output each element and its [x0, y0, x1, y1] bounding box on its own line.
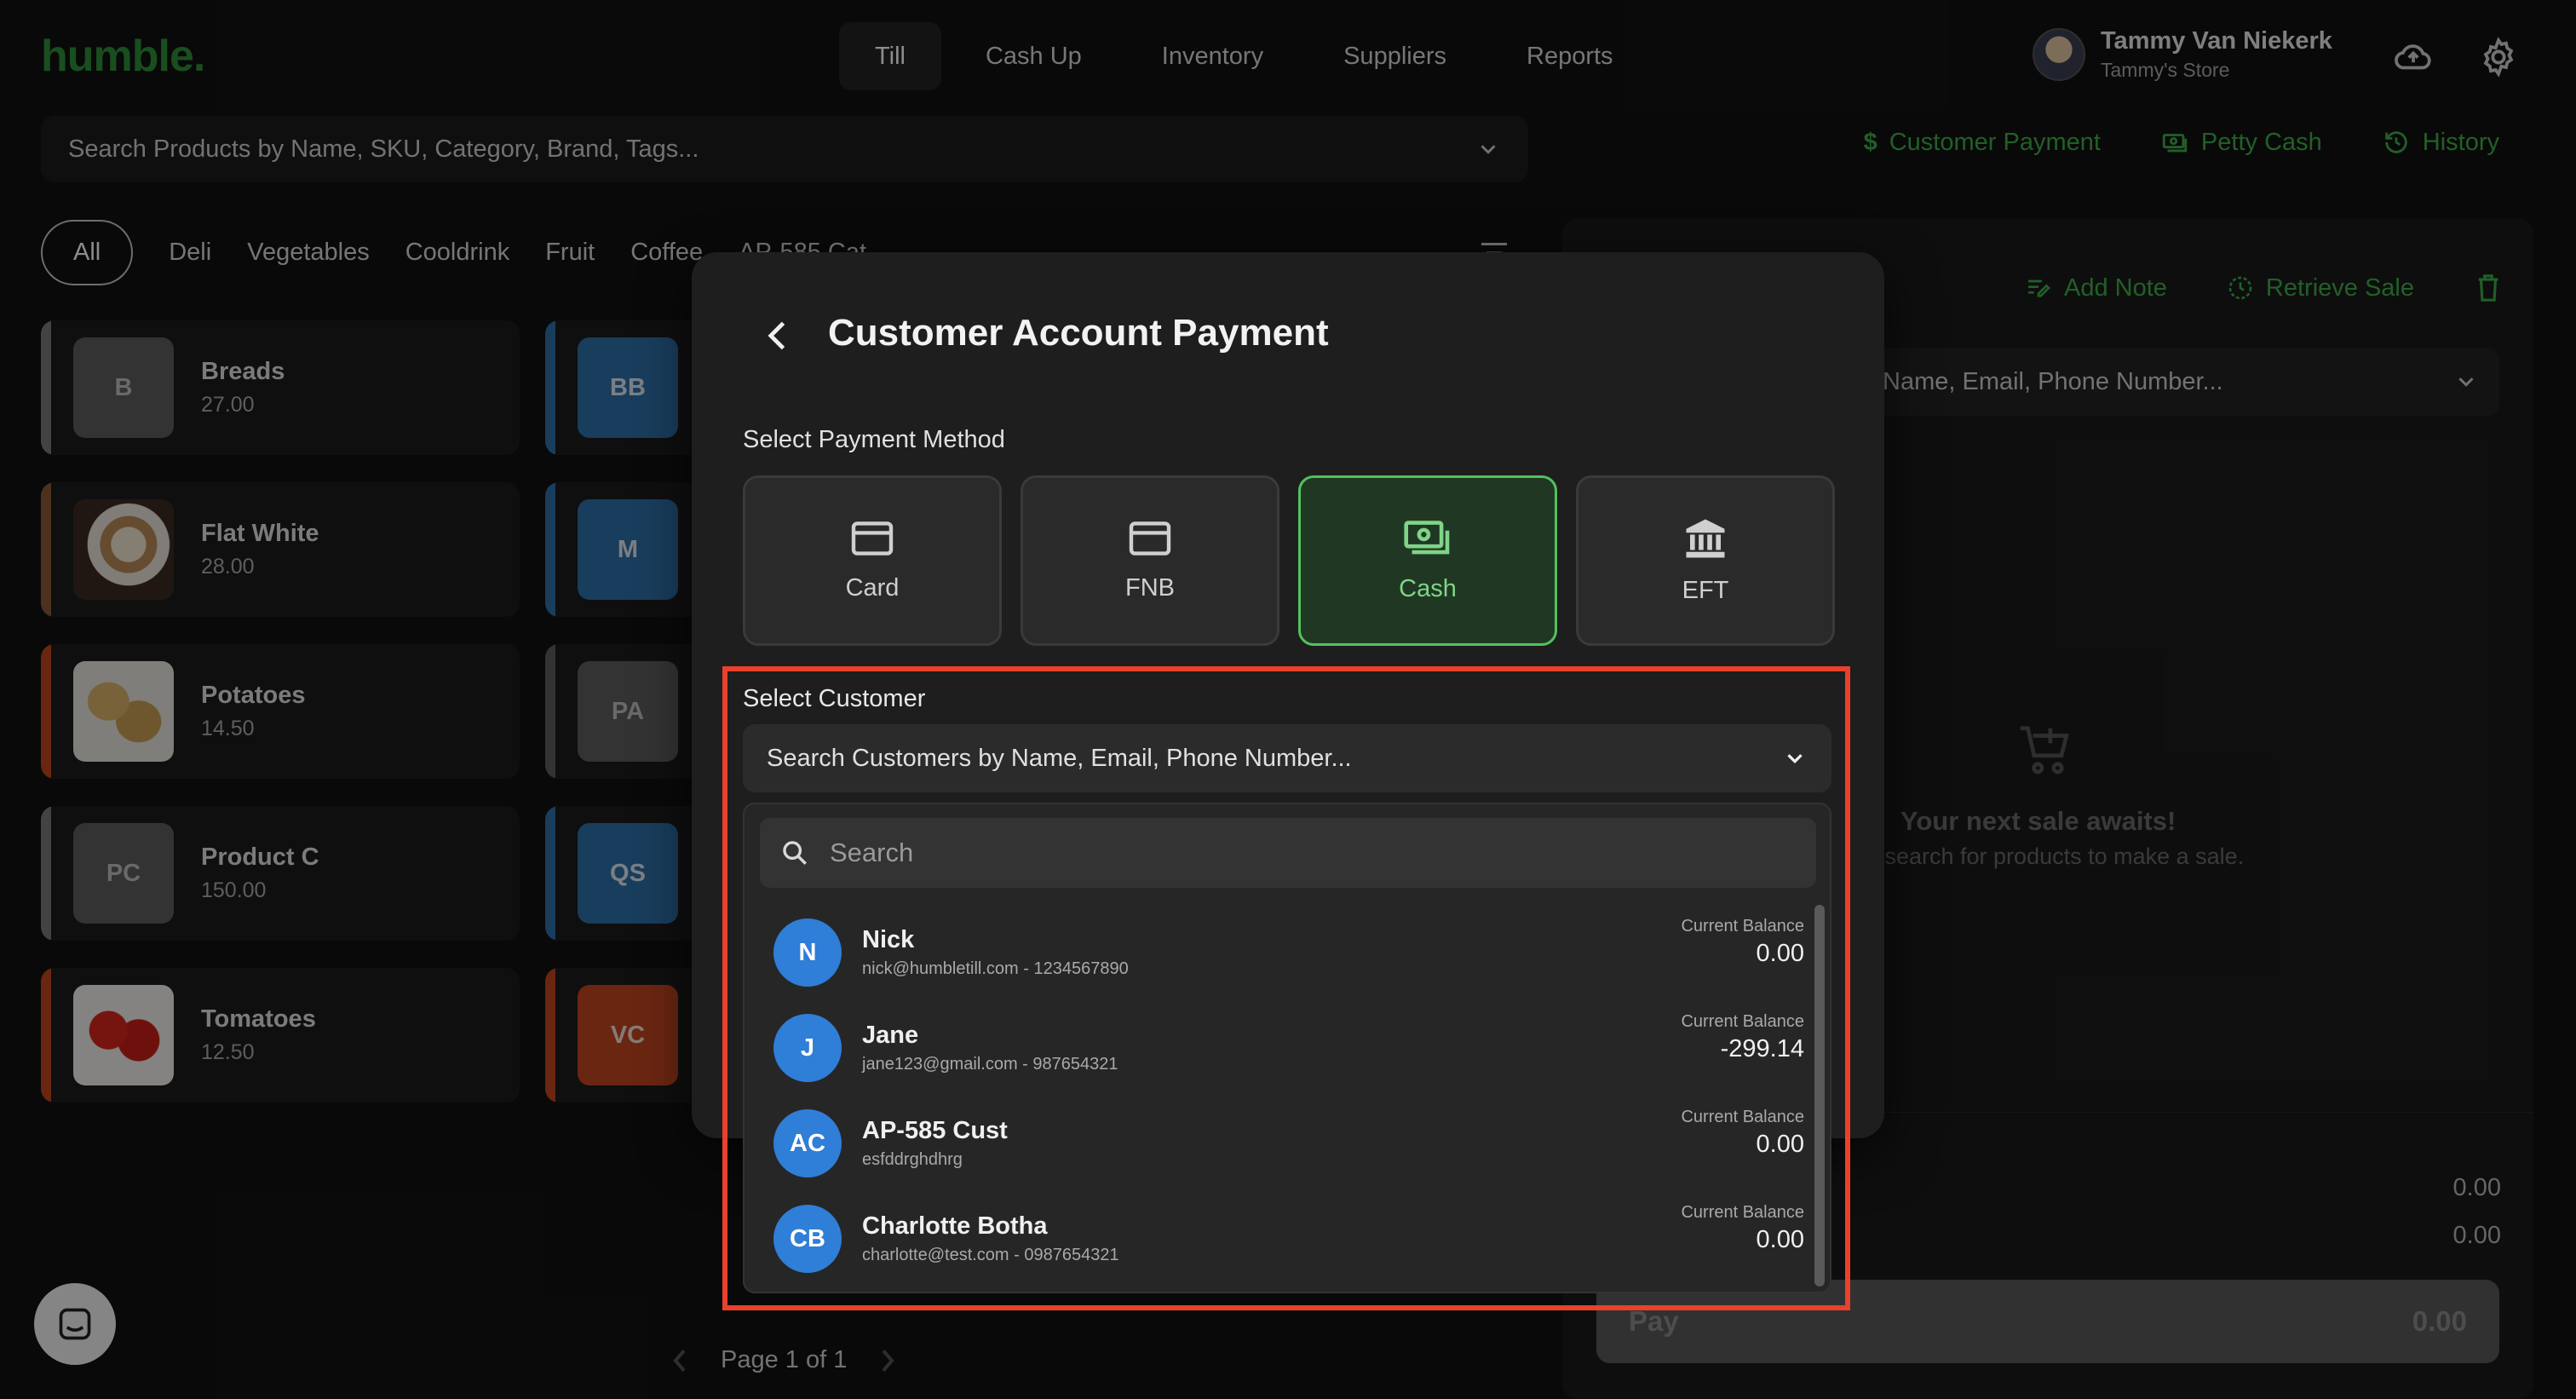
- payment-method-options: Card FNB Cash EFT: [743, 475, 1835, 646]
- cash-icon: [1404, 520, 1450, 554]
- payment-method-label-card: Card: [845, 573, 900, 602]
- card-icon: [1129, 521, 1171, 556]
- payment-method-label: Select Payment Method: [743, 426, 1005, 453]
- bank-icon: [1686, 519, 1725, 557]
- modal-title: Customer Account Payment: [828, 312, 1329, 354]
- back-arrow-icon[interactable]: [760, 317, 797, 354]
- payment-method-label-fnb: FNB: [1125, 573, 1175, 602]
- annotation-highlight-box: [722, 666, 1850, 1310]
- payment-method-label-cash: Cash: [1399, 574, 1457, 602]
- payment-method-card[interactable]: Card: [743, 475, 1002, 646]
- payment-method-label-eft: EFT: [1682, 576, 1729, 604]
- card-icon: [851, 521, 894, 556]
- payment-method-cash[interactable]: Cash: [1298, 475, 1557, 646]
- payment-method-eft[interactable]: EFT: [1576, 475, 1835, 646]
- payment-method-fnb[interactable]: FNB: [1021, 475, 1279, 646]
